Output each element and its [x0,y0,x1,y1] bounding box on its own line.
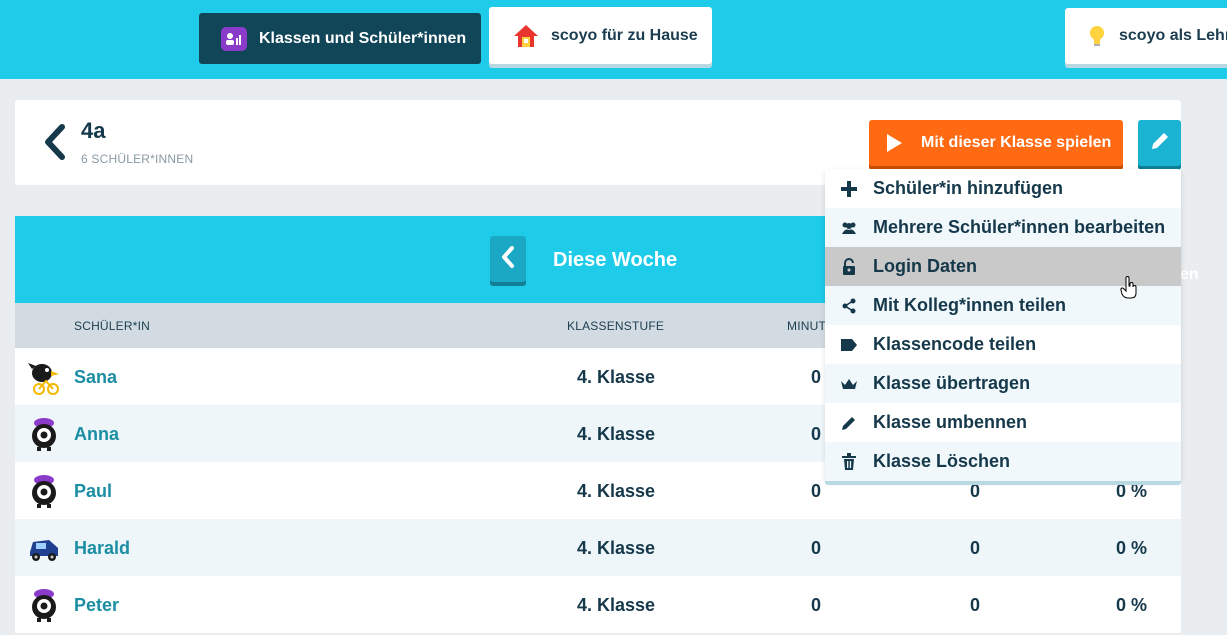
tab-teacher-label: scoyo als Lehrk [1119,27,1227,44]
column-header-student: SCHÜLER*IN [74,319,151,333]
tab-classes-label: Klassen und Schüler*innen [259,29,467,47]
play-icon [887,134,902,152]
student-level: 4. Klasse [577,367,656,387]
trash-icon [839,452,859,472]
student-minutes: 0 [811,367,822,387]
student-name-link[interactable]: Sana [74,367,117,388]
student-count: 6 SCHÜLER*INNEN [81,152,194,166]
tab-scoyo-home[interactable]: scoyo für zu Hause [489,7,712,64]
share-icon [839,296,859,316]
menu-item-label: Klasse übertragen [873,373,1031,393]
edit-class-button[interactable] [1138,120,1181,166]
menu-item-edit-students[interactable]: Mehrere Schüler*innen bearbeiten [825,208,1181,247]
student-name-link[interactable]: Paul [74,481,112,502]
student-value-2: 0 [970,481,981,501]
monster-avatar [27,473,61,509]
pencil-icon [839,413,859,433]
menu-item-label: Mit Kolleg*innen teilen [873,295,1067,315]
menu-item-label: Mehrere Schüler*innen bearbeiten [873,217,1166,237]
tab-classes-and-students[interactable]: Klassen und Schüler*innen [199,13,481,64]
menu-item-label: Schüler*in hinzufügen [873,178,1064,198]
student-percent: 0 % [1116,538,1148,558]
student-percent: 0 % [1116,481,1148,501]
tab-scoyo-teacher[interactable]: scoyo als Lehrk [1065,8,1227,64]
student-minutes: 0 [811,481,822,501]
student-value-2: 0 [970,595,981,615]
chevron-left-icon [500,245,516,274]
car-avatar [27,530,61,566]
student-minutes: 0 [811,595,822,615]
week-right-label: en [1180,266,1199,283]
menu-item-label: Klasse Löschen [873,451,1011,471]
student-minutes: 0 [811,538,822,558]
student-minutes: 0 [811,424,822,444]
student-name-link[interactable]: Harald [74,538,130,559]
hand-cursor-icon [1120,275,1138,300]
classes-icon [221,26,247,51]
class-actions-dropdown: Schüler*in hinzufügen Mehrere Schüler*in… [825,169,1181,481]
previous-week-button[interactable] [490,236,526,282]
monster-avatar [27,416,61,452]
plus-icon [839,179,859,199]
column-header-minutes: MINUT [787,319,826,333]
week-label: Diese Woche [553,249,678,271]
pencil-icon [1149,130,1171,157]
menu-item-share-class-code[interactable]: Klassencode teilen [825,325,1181,364]
menu-item-add-student[interactable]: Schüler*in hinzufügen [825,169,1181,208]
student-level: 4. Klasse [577,424,656,444]
menu-item-delete-class[interactable]: Klasse Löschen [825,442,1181,481]
student-level: 4. Klasse [577,595,656,615]
column-header-level: KLASSENSTUFE [567,319,665,333]
monster-avatar [27,587,61,623]
table-row: Harald 4. Klasse 0 0 0 % [15,519,1181,576]
play-button-label: Mit dieser Klasse spielen [921,134,1112,151]
menu-item-rename-class[interactable]: Klasse umbennen [825,403,1181,442]
class-name: 4a [81,118,106,143]
house-icon [513,23,539,49]
tag-icon [839,335,859,355]
student-level: 4. Klasse [577,538,656,558]
crown-icon [839,374,859,394]
student-value-2: 0 [970,538,981,558]
table-row: Peter 4. Klasse 0 0 0 % [15,576,1181,633]
users-icon [839,218,859,238]
student-percent: 0 % [1116,595,1148,615]
bird-avatar [27,359,61,395]
menu-item-label: Klasse umbennen [873,412,1028,432]
play-with-class-button[interactable]: Mit dieser Klasse spielen [869,120,1123,166]
unlock-icon [839,257,859,277]
student-name-link[interactable]: Anna [74,424,119,445]
lightbulb-icon [1087,24,1107,48]
student-level: 4. Klasse [577,481,656,501]
menu-item-transfer-class[interactable]: Klasse übertragen [825,364,1181,403]
menu-item-label: Klassencode teilen [873,334,1037,354]
menu-item-label: Login Daten [873,256,977,276]
back-chevron-icon[interactable] [39,122,69,162]
top-navigation-bar: Klassen und Schüler*innen scoyo für zu H… [0,0,1227,79]
student-name-link[interactable]: Peter [74,595,119,616]
tab-home-label: scoyo für zu Hause [551,26,698,44]
